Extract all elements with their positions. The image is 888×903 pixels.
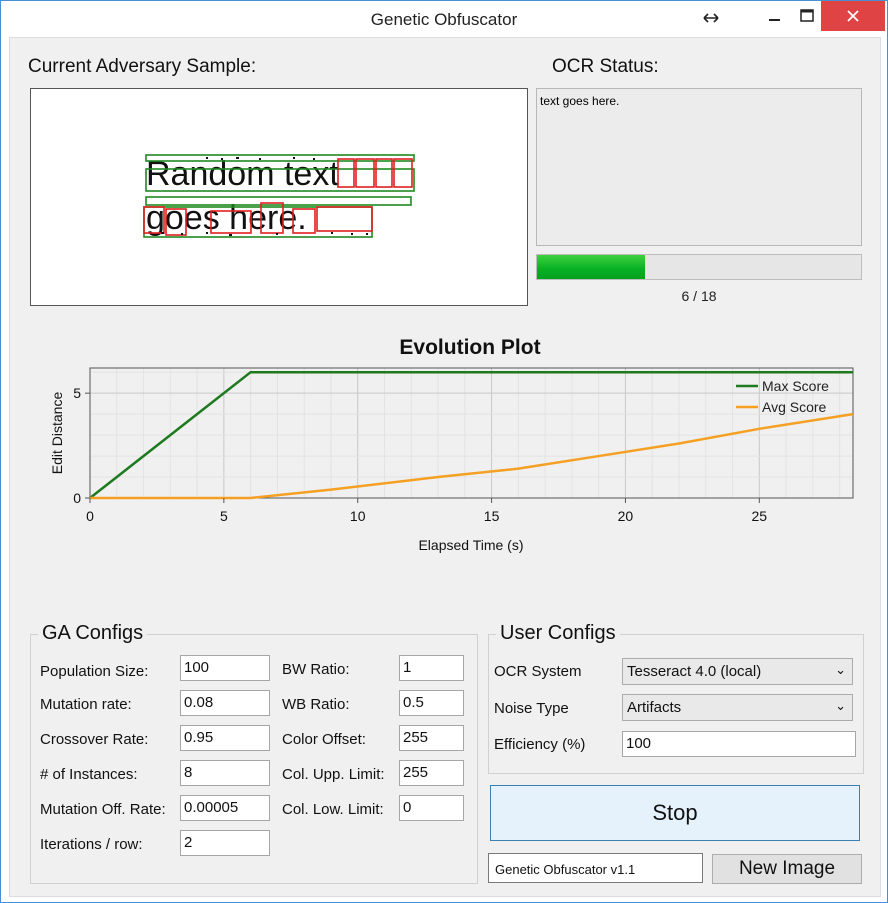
minimize-icon[interactable] — [757, 1, 793, 31]
noise-type-value: Artifacts — [627, 699, 682, 716]
mutation-rate-label: Mutation rate: — [40, 696, 132, 713]
noise-type-label: Noise Type — [494, 700, 569, 717]
population-size-label: Population Size: — [40, 663, 149, 680]
y-tick-label: 5 — [73, 385, 81, 401]
mutation-off-rate-label: Mutation Off. Rate: — [40, 801, 166, 818]
main-panel: Current Adversary Sample: OCR Status: Ra… — [9, 37, 881, 897]
col-upp-limit-label: Col. Upp. Limit: — [282, 766, 385, 783]
ocr-status-textbox[interactable]: text goes here. — [536, 88, 862, 246]
new-image-button[interactable]: New Image — [712, 854, 862, 884]
x-axis-label: Elapsed Time (s) — [418, 537, 523, 553]
x-tick-label: 5 — [220, 508, 228, 524]
ga-configs-title: GA Configs — [38, 622, 148, 645]
close-icon[interactable] — [821, 1, 885, 31]
iterations-per-row-input[interactable]: 2 — [180, 830, 270, 856]
red-box — [355, 158, 375, 188]
color-offset-label: Color Offset: — [282, 731, 366, 748]
wb-ratio-input[interactable]: 0.5 — [399, 690, 464, 716]
progress-text: 6 / 18 — [681, 288, 717, 304]
legend-label: Max Score — [762, 378, 829, 394]
noise-type-select[interactable]: Artifacts ⌄ — [622, 694, 853, 721]
crossover-rate-input[interactable]: 0.95 — [180, 725, 270, 751]
plot-title: Evolution Plot — [399, 336, 540, 359]
red-box — [316, 206, 373, 232]
y-tick-label: 0 — [73, 490, 81, 506]
evolution-plot: Evolution Plot 0 5 10 15 20 25 0 5 Elapsed Time… — [49, 336, 854, 553]
app-window: Genetic Obfuscator Current Adversary Sam… — [0, 0, 888, 903]
x-tick-label: 15 — [484, 508, 500, 524]
x-tick-label: 0 — [86, 508, 94, 524]
efficiency-input[interactable]: 100 — [622, 731, 856, 757]
bw-ratio-label: BW Ratio: — [282, 661, 350, 678]
population-size-input[interactable]: 100 — [180, 655, 270, 681]
col-upp-limit-input[interactable]: 255 — [399, 760, 464, 786]
ocr-system-label: OCR System — [494, 663, 582, 680]
mutation-off-rate-input[interactable]: 0.00005 — [180, 795, 270, 821]
color-offset-input[interactable]: 255 — [399, 725, 464, 751]
col-low-limit-input[interactable]: 0 — [399, 795, 464, 821]
ocr-system-select[interactable]: Tesseract 4.0 (local) ⌄ — [622, 658, 853, 685]
maximize-icon[interactable] — [793, 1, 821, 31]
version-textbox[interactable]: Genetic Obfuscator v1.1 — [488, 853, 703, 883]
efficiency-label: Efficiency (%) — [494, 736, 586, 753]
title-bar: Genetic Obfuscator — [1, 1, 887, 35]
legend-label: Avg Score — [762, 399, 827, 415]
y-axis-label: Edit Distance — [49, 392, 65, 475]
x-tick-label: 10 — [350, 508, 366, 524]
plot-legend: Max Score Avg Score — [736, 378, 829, 415]
chevron-down-icon: ⌄ — [835, 698, 846, 713]
sample-label: Current Adversary Sample: — [28, 56, 257, 77]
mutation-rate-input[interactable]: 0.08 — [180, 690, 270, 716]
ocr-status-label: OCR Status: — [552, 56, 659, 77]
iterations-per-row-label: Iterations / row: — [40, 836, 143, 853]
red-box — [375, 158, 393, 188]
resize-icon[interactable] — [697, 3, 725, 33]
instances-input[interactable]: 8 — [180, 760, 270, 786]
instances-label: # of Instances: — [40, 766, 138, 783]
user-configs-title: User Configs — [496, 622, 620, 645]
window-title: Genetic Obfuscator — [370, 10, 518, 29]
x-tick-label: 25 — [752, 508, 768, 524]
bw-ratio-input[interactable]: 1 — [399, 655, 464, 681]
chevron-down-icon: ⌄ — [835, 662, 846, 677]
ocr-system-value: Tesseract 4.0 (local) — [627, 663, 762, 680]
crossover-rate-label: Crossover Rate: — [40, 731, 149, 748]
red-box — [337, 158, 355, 188]
wb-ratio-label: WB Ratio: — [282, 696, 350, 713]
red-box — [393, 158, 413, 188]
progress-fill — [537, 255, 645, 279]
plot-ticks: 0 5 10 15 20 25 0 5 — [73, 385, 767, 524]
adversary-sample-image: Random text goes here. — [30, 88, 528, 306]
stop-button[interactable]: Stop — [490, 785, 860, 841]
x-tick-label: 20 — [618, 508, 634, 524]
ocr-progress-bar — [536, 254, 862, 280]
col-low-limit-label: Col. Low. Limit: — [282, 801, 384, 818]
